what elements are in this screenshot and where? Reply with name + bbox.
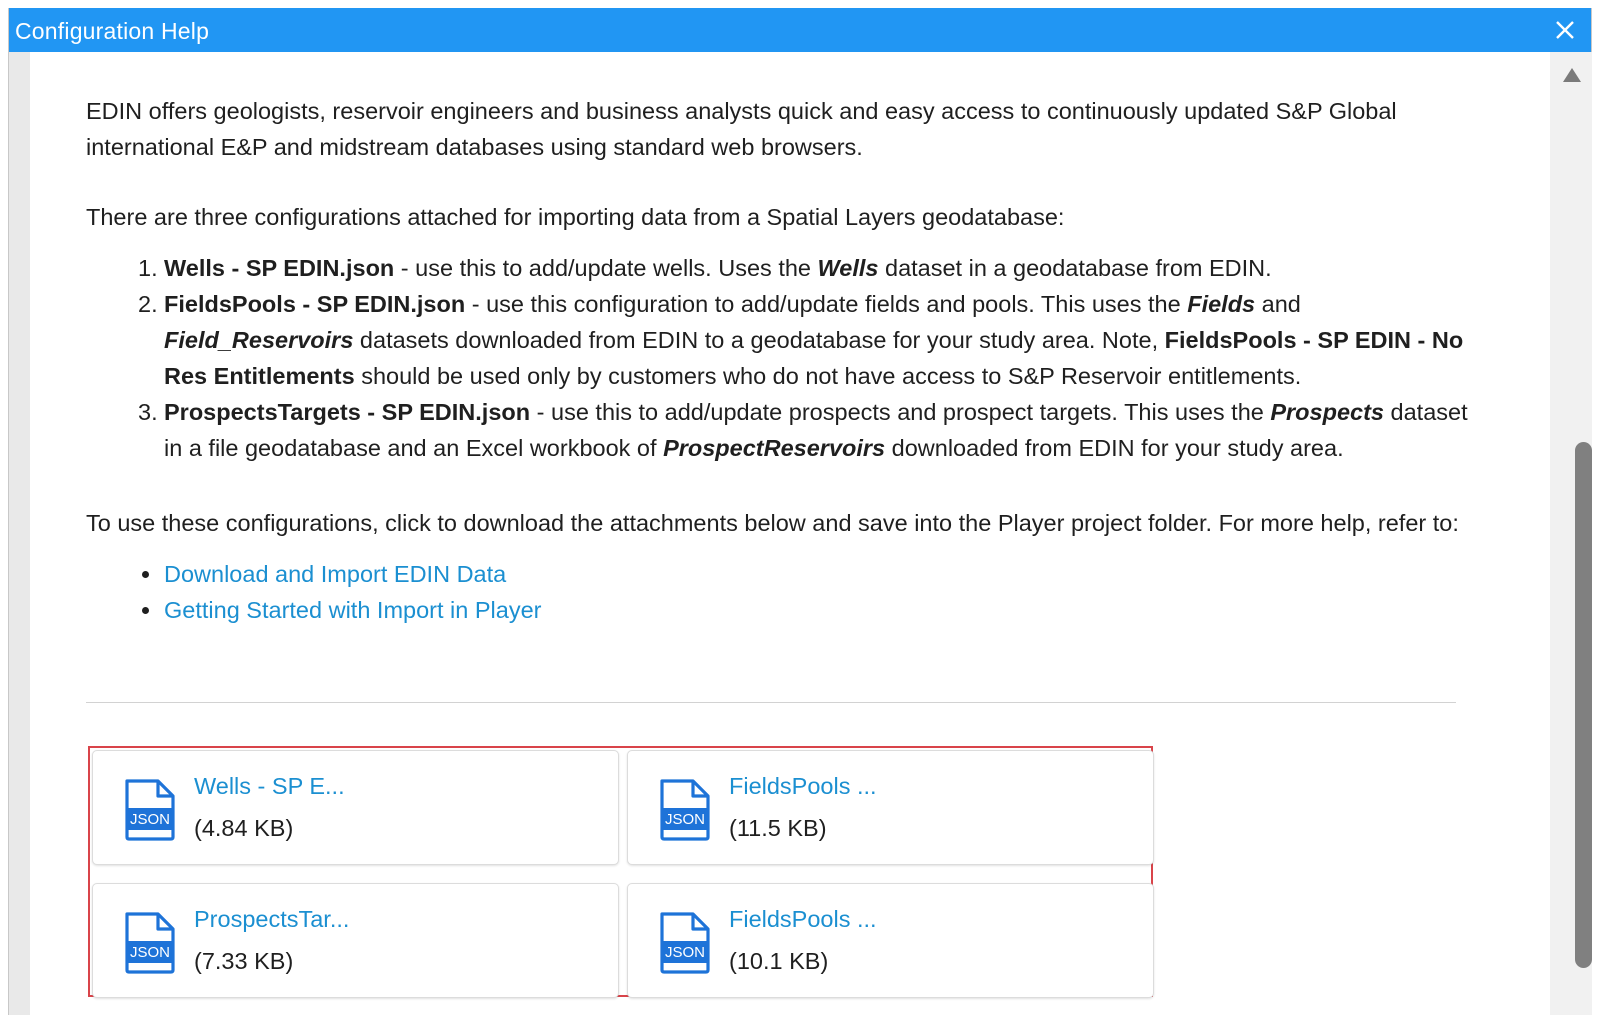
title-bar[interactable]: Configuration Help [9,8,1591,52]
attachment-card[interactable]: JSON FieldsPools ... (11.5 KB) [627,750,1154,865]
bullet [142,571,149,578]
link-download-import-edin-data[interactable]: Download and Import EDIN Data [164,561,506,587]
attachment-card[interactable]: JSON Wells - SP E... (4.84 KB) [92,750,619,865]
config-name: Wells - SP EDIN.json [164,255,395,281]
help-links-list: Download and Import EDIN Data Getting St… [86,556,541,628]
dialog-title: Configuration Help [15,18,210,44]
scroll-up-arrow-icon[interactable] [1563,68,1581,82]
list-item-wells-config: 1. Wells - SP EDIN.json - use this to add… [138,255,1272,281]
svg-text:JSON: JSON [130,944,170,961]
config-name: ProspectsTargets - SP EDIN.json [164,399,531,425]
divider [86,702,1456,703]
bullet [142,607,149,614]
list-item: Download and Import EDIN Data [86,556,541,592]
config-name: FieldsPools - SP EDIN.json [164,291,466,317]
close-button[interactable] [1549,14,1581,46]
json-file-icon: JSON [660,779,710,841]
list-item: Getting Started with Import in Player [86,592,541,628]
help-lead: To use these configurations, click to do… [86,510,1459,536]
help-content: EDIN offers geologists, reservoir engine… [30,52,1550,1015]
list-item-fieldspools-config: 2. FieldsPools - SP EDIN.json - use this … [138,291,1464,389]
json-file-icon: JSON [660,912,710,974]
svg-text:JSON: JSON [665,944,705,961]
configurations-list: 1. Wells - SP EDIN.json - use this to add… [86,250,1486,466]
attachment-name[interactable]: FieldsPools ... [729,771,877,801]
json-file-icon: JSON [125,912,175,974]
attachments-highlight: JSON Wells - SP E... (4.84 KB) JSON Fiel… [88,746,1154,998]
svg-text:JSON: JSON [665,811,705,828]
close-icon [1556,21,1574,39]
list-item-prospects-config: 3. ProspectsTargets - SP EDIN.json - use … [138,399,1468,461]
attachment-size: (7.33 KB) [194,948,294,974]
attachment-card[interactable]: JSON ProspectsTar... (7.33 KB) [92,883,619,998]
scrollbar-thumb[interactable] [1575,442,1592,968]
intro-paragraph: EDIN offers geologists, reservoir engine… [86,98,1397,160]
attachment-name[interactable]: Wells - SP E... [194,771,345,801]
attachment-size: (4.84 KB) [194,815,294,841]
link-getting-started-import[interactable]: Getting Started with Import in Player [164,597,541,623]
attachment-size: (11.5 KB) [729,815,827,841]
attachment-name[interactable]: ProspectsTar... [194,904,349,934]
attachment-size: (10.1 KB) [729,948,829,974]
vertical-scrollbar[interactable] [1550,52,1592,1015]
svg-text:JSON: JSON [130,811,170,828]
configuration-help-dialog: Configuration Help EDIN offers geologist… [8,8,1592,1015]
configs-lead: There are three configurations attached … [86,204,1065,230]
attachment-card[interactable]: JSON FieldsPools ... (10.1 KB) [627,883,1154,998]
attachment-name[interactable]: FieldsPools ... [729,904,877,934]
json-file-icon: JSON [125,779,175,841]
